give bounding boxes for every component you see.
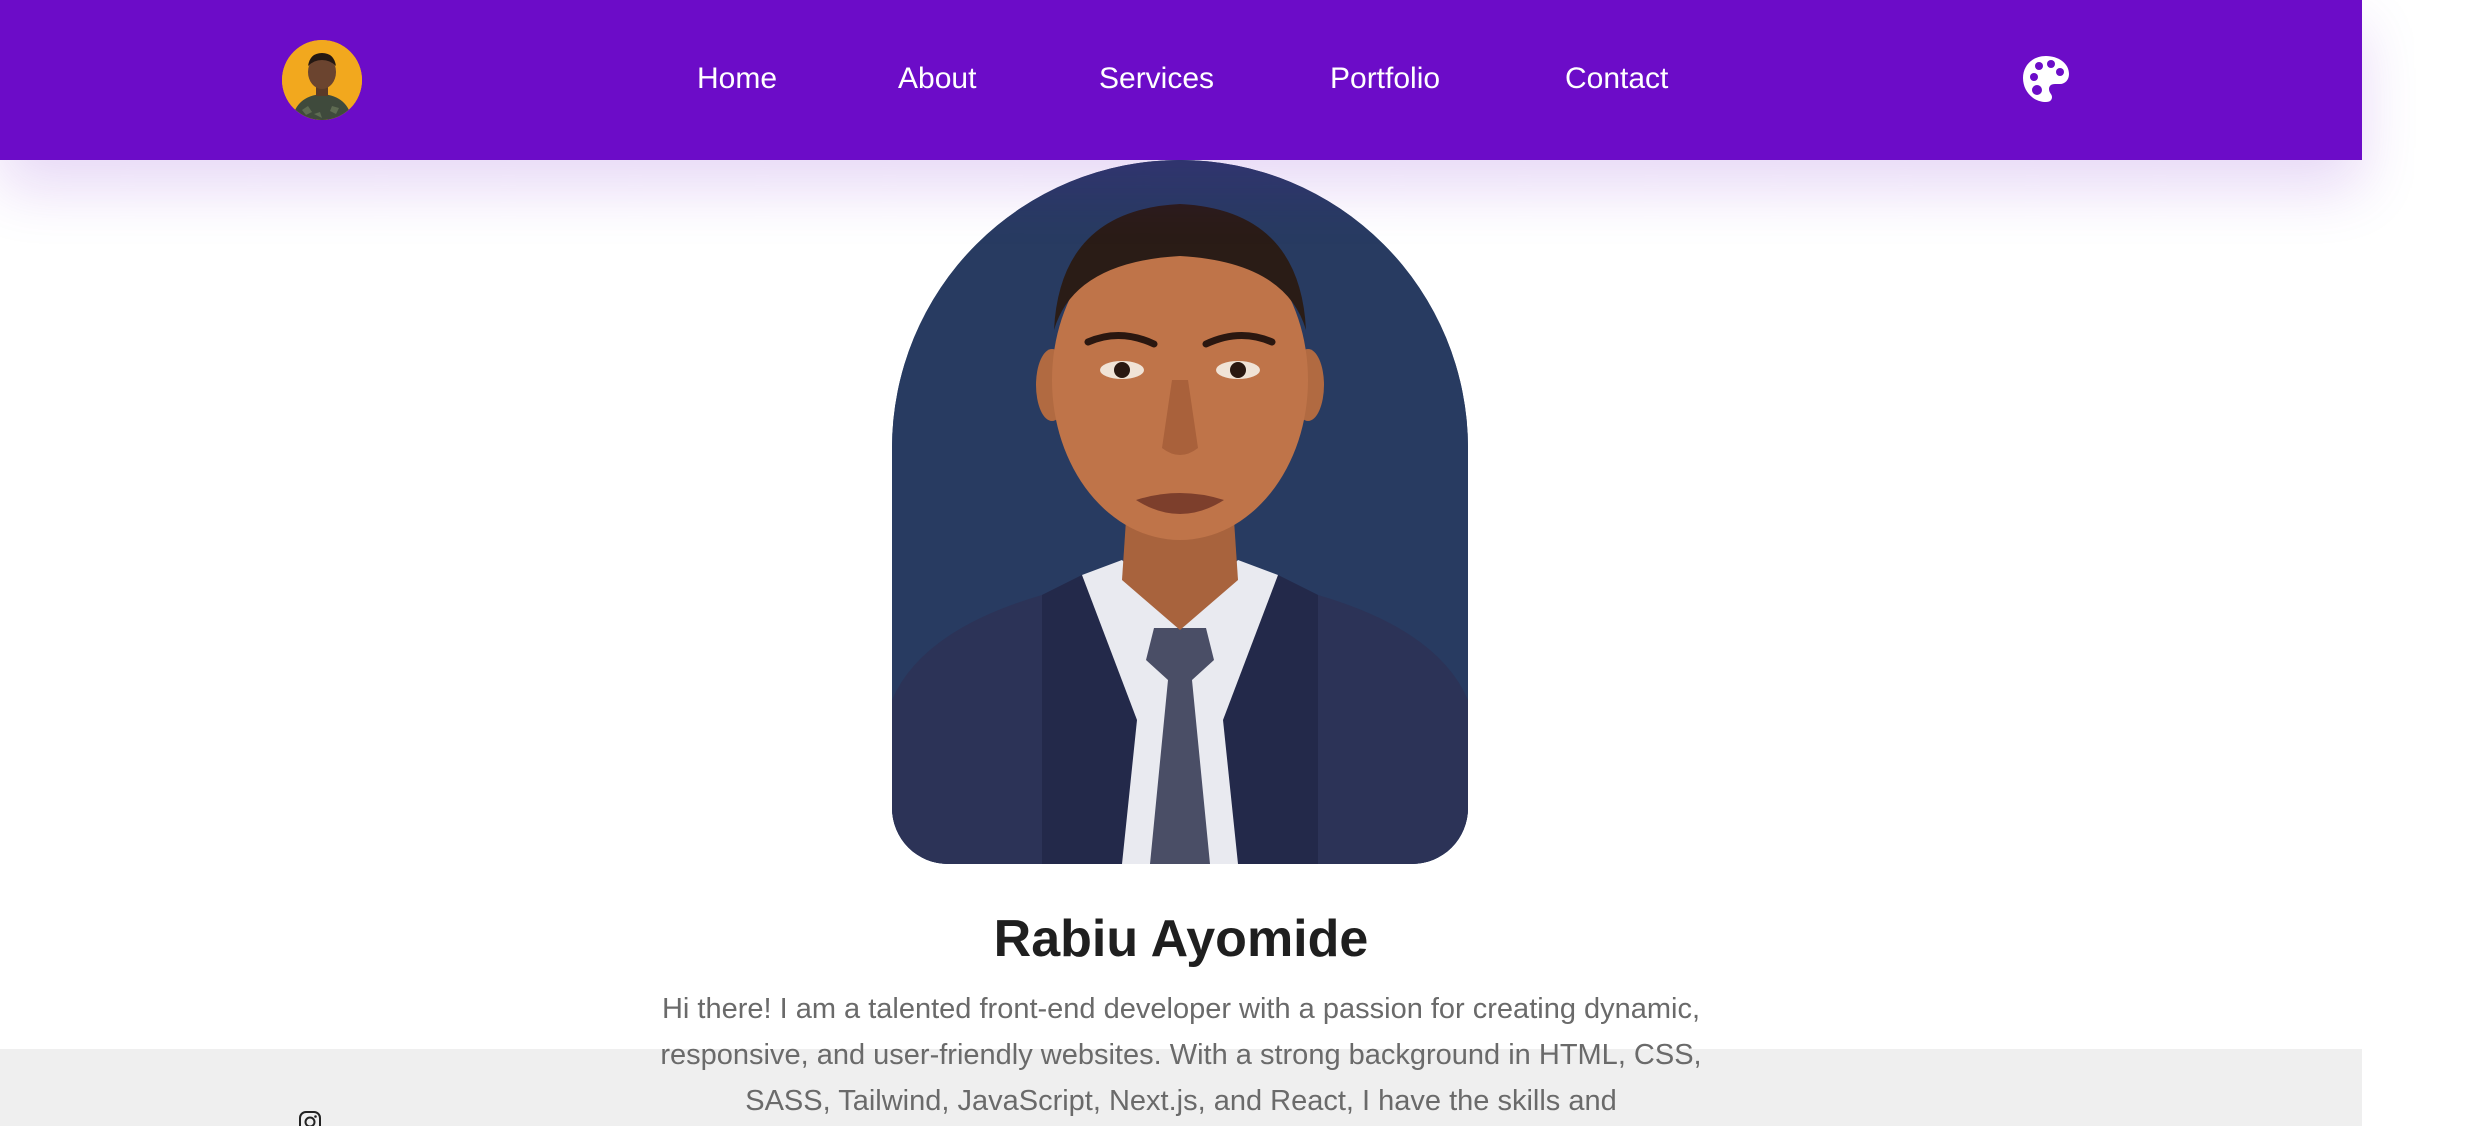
portfolio-page: Home About Services Portfolio Contact Ra… <box>0 0 2472 1126</box>
nav-home[interactable]: Home <box>697 57 777 101</box>
site-header: Home About Services Portfolio Contact <box>0 0 2362 160</box>
nav-contact[interactable]: Contact <box>1565 57 1668 101</box>
nav-portfolio[interactable]: Portfolio <box>1330 57 1440 101</box>
profile-portrait <box>892 160 1468 864</box>
portrait-photo <box>892 160 1468 864</box>
logo-avatar[interactable] <box>282 40 362 120</box>
nav-about[interactable]: About <box>898 57 976 101</box>
avatar-photo <box>282 40 362 120</box>
instagram-icon[interactable] <box>298 1110 322 1126</box>
hero-bio: Hi there! I am a talented front-end deve… <box>660 993 1702 1117</box>
palette-icon[interactable] <box>2020 53 2072 105</box>
hero-name: Rabiu Ayomide <box>993 910 1369 968</box>
nav-services[interactable]: Services <box>1099 57 1214 101</box>
